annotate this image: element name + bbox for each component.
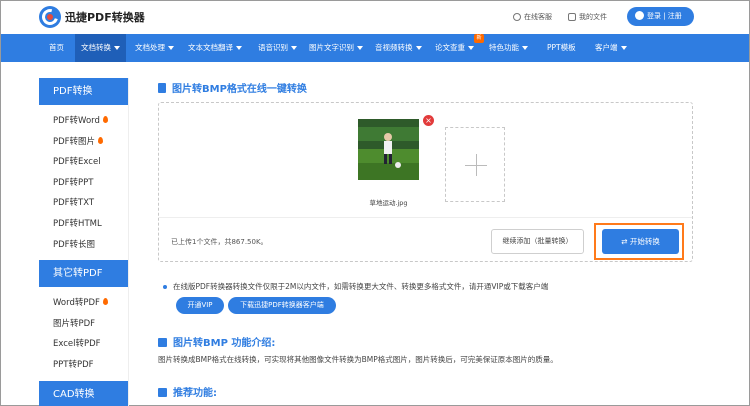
sidebar-group-other-to-pdf[interactable]: 其它转PDF [39, 260, 128, 288]
document-icon [158, 83, 166, 93]
recommend-title: 推荐功能: [158, 384, 217, 399]
fire-icon [102, 298, 108, 306]
login-label: 登录 | 注册 [647, 12, 682, 20]
caret-down-icon [114, 46, 120, 50]
nav-item-client[interactable]: 客户端 [589, 34, 633, 62]
size-notice: 在线版PDF转换器转换文件仅限于2M以内文件，如需转换更大文件、转换更多格式文件… [173, 282, 549, 291]
user-icon [635, 10, 644, 20]
caret-down-icon [620, 46, 627, 50]
intro-text: 图片转换成BMP格式在线转换，可实现将其他图像文件转换为BMP格式图片，图片转换… [158, 355, 558, 364]
nav-item-features[interactable]: 特色功能 [483, 34, 534, 62]
sidebar-item-image-to-pdf[interactable]: 图片转PDF [39, 314, 128, 335]
open-vip-button[interactable]: 开通VIP [176, 297, 224, 314]
remove-file-button[interactable]: × [423, 115, 434, 126]
upload-status: 已上传1个文件，共867.50K。 [171, 238, 268, 246]
sidebar-item-pdf-to-excel[interactable]: PDF转Excel [39, 152, 128, 173]
nav-item-doc-process[interactable]: 文档处理 [129, 34, 180, 62]
online-service-link[interactable]: 在线客服 [513, 12, 552, 22]
sidebar-item-pdf-to-word[interactable]: PDF转Word [39, 111, 128, 132]
caret-down-icon [468, 46, 474, 50]
brand-logo-icon[interactable] [39, 6, 61, 28]
bullet-dot [163, 285, 167, 289]
start-convert-label: 开始转换 [629, 237, 660, 246]
nav-item-doc-convert[interactable]: 文档转换 [75, 34, 126, 62]
caret-down-icon [168, 46, 174, 50]
fire-icon [98, 136, 104, 144]
start-convert-button[interactable]: ⇄ 开始转换 [602, 229, 679, 254]
sidebar-group-pdf-convert[interactable]: PDF转换 [39, 78, 128, 105]
sidebar-item-pdf-to-image[interactable]: PDF转图片 [39, 132, 128, 153]
nav-item-ocr[interactable]: 图片文字识别 [303, 34, 369, 62]
nav-item-av-convert[interactable]: 音视频转换 [369, 34, 428, 62]
page-title-text: 图片转BMP格式在线一键转换 [172, 84, 307, 95]
nav-item-thesis[interactable]: 论文查重 [429, 34, 480, 62]
convert-arrows-icon: ⇄ [621, 237, 630, 246]
page-title: 图片转BMP格式在线一键转换 [158, 80, 307, 95]
nav-item-speech[interactable]: 语音识别 [252, 34, 303, 62]
online-service-label: 在线客服 [524, 13, 552, 21]
headset-icon [513, 13, 521, 21]
file-icon [568, 13, 576, 21]
divider [159, 217, 692, 218]
sidebar-item-pdf-to-txt[interactable]: PDF转TXT [39, 193, 128, 214]
caret-down-icon [522, 46, 528, 50]
fire-icon [102, 116, 108, 123]
plus-icon-vertical [476, 154, 477, 176]
my-files-link[interactable]: 我的文件 [568, 12, 607, 22]
caret-down-icon [357, 46, 363, 50]
intro-icon [158, 337, 167, 347]
sidebar-item-pdf-to-ppt[interactable]: PDF转PPT [39, 173, 128, 194]
brand-name[interactable]: 迅捷PDF转换器 [65, 9, 145, 25]
recommend-title-text: 推荐功能: [173, 388, 217, 399]
my-files-label: 我的文件 [579, 13, 607, 21]
file-name: 草地运动.jpg [369, 199, 408, 207]
intro-title-text: 图片转BMP 功能介绍: [173, 338, 276, 349]
sidebar-group-cad[interactable]: CAD转换 [39, 380, 128, 406]
nav-item-home[interactable]: 首页 [43, 34, 70, 62]
intro-title: 图片转BMP 功能介绍: [158, 334, 275, 349]
sidebar-item-excel-to-pdf[interactable]: Excel转PDF [39, 334, 128, 355]
star-icon [158, 387, 167, 397]
sidebar-item-word-to-pdf[interactable]: Word转PDF [39, 293, 128, 314]
nav-item-translate[interactable]: 文本文档翻译 [182, 34, 248, 62]
sidebar-item-ppt-to-pdf[interactable]: PPT转PDF [39, 355, 128, 376]
continue-add-button[interactable]: 继续添加（批量转换） [491, 229, 584, 254]
add-file-button[interactable] [445, 127, 505, 202]
photo-thumbnail-icon [358, 119, 419, 180]
caret-down-icon [415, 46, 422, 50]
download-client-button[interactable]: 下载迅捷PDF转换器客户端 [228, 297, 336, 314]
caret-down-icon [291, 46, 297, 50]
sidebar: PDF转换 PDF转Word PDF转图片 PDF转Excel PDF转PPT … [39, 78, 129, 406]
top-header: 迅捷PDF转换器 在线客服 我的文件 登录 | 注册 [1, 1, 749, 33]
sidebar-item-pdf-to-html[interactable]: PDF转HTML [39, 214, 128, 235]
login-register-button[interactable]: 登录 | 注册 [627, 7, 694, 26]
sidebar-item-pdf-to-long-image[interactable]: PDF转长图 [39, 235, 128, 256]
caret-down-icon [236, 46, 242, 50]
main-nav: 首页 文档转换 文档处理 文本文档翻译 语音识别 图片文字识别 音视频转换 论文… [1, 34, 749, 62]
uploaded-image-thumbnail[interactable] [358, 119, 419, 180]
nav-item-ppt[interactable]: PPT模板 [541, 34, 582, 62]
new-badge: 新 [474, 34, 484, 43]
